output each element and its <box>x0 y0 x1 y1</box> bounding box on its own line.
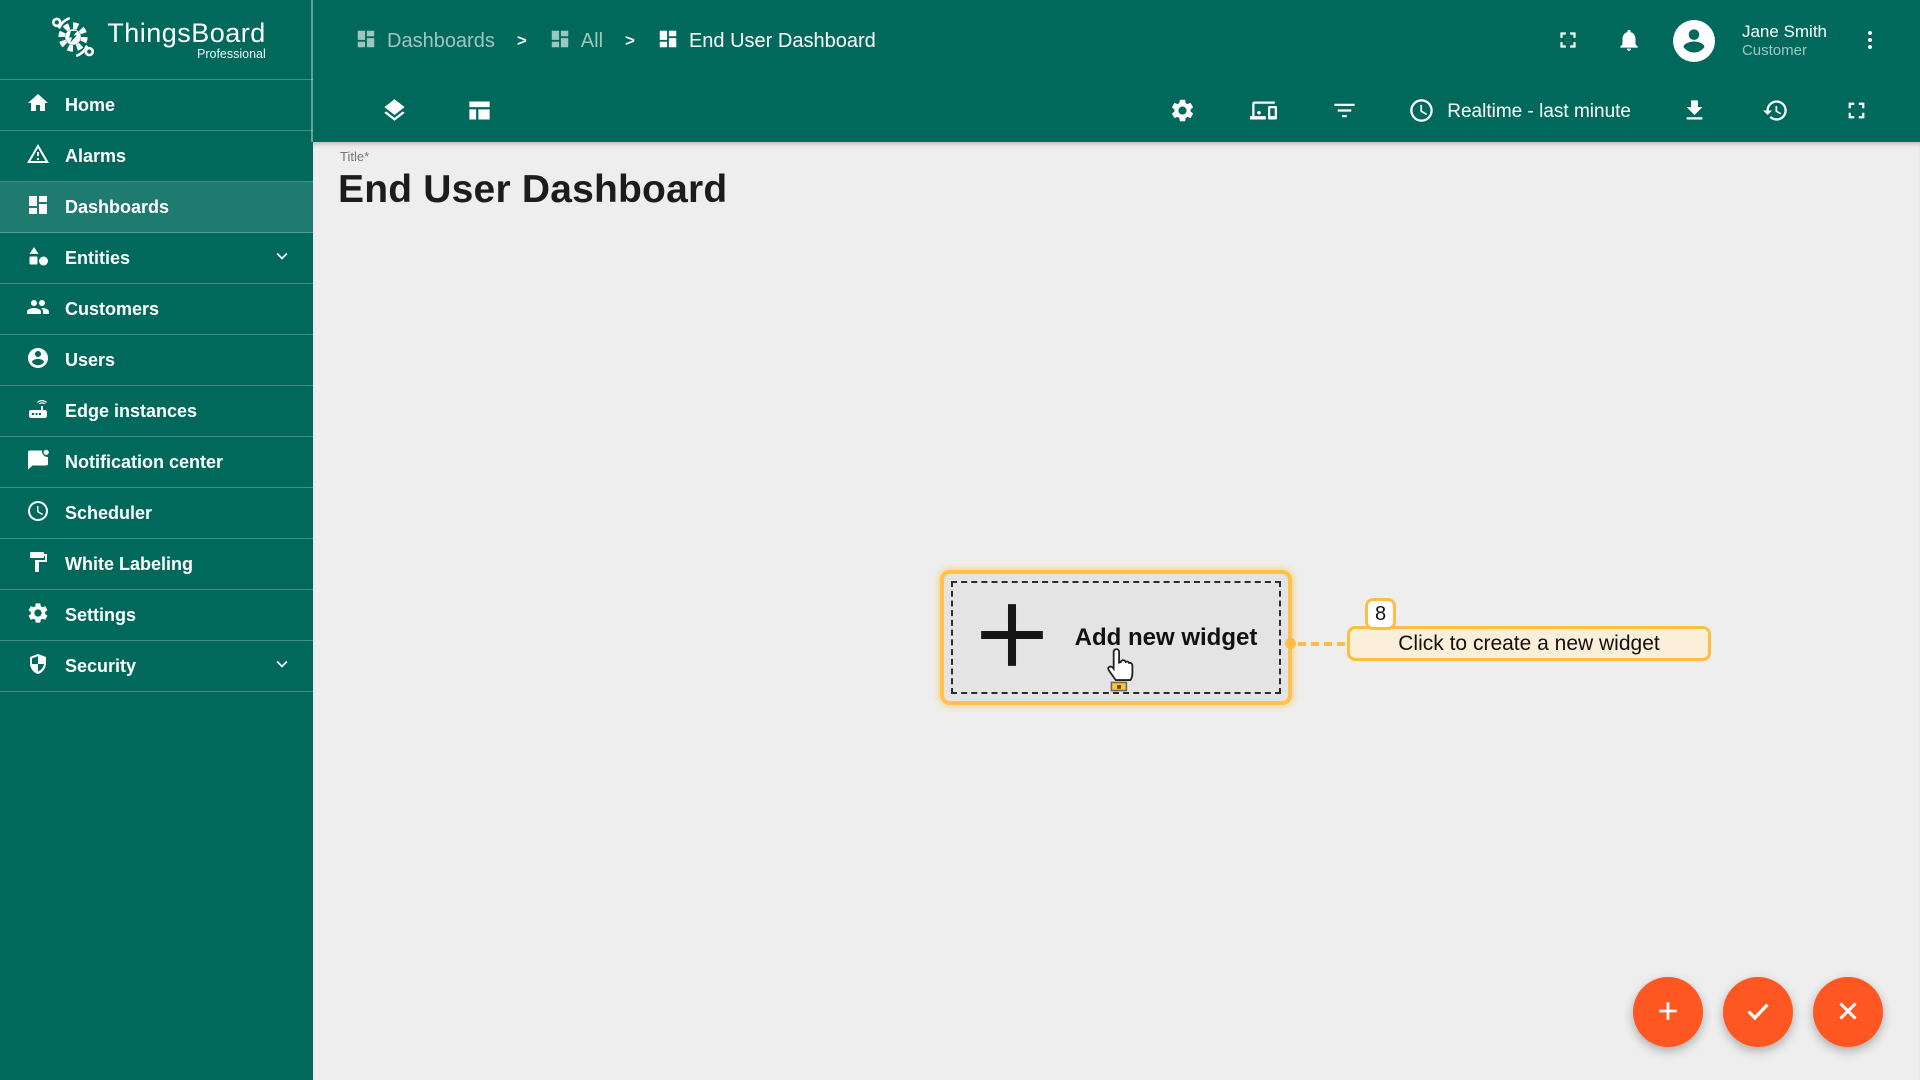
avatar[interactable] <box>1672 18 1715 65</box>
paint-format-icon <box>26 550 50 579</box>
gear-icon <box>26 601 50 630</box>
plus-icon <box>1653 996 1683 1029</box>
dashboard-title[interactable]: End User Dashboard <box>338 168 727 212</box>
kebab-menu-icon <box>1858 28 1882 55</box>
add-new-widget-button[interactable]: Add new widget <box>940 570 1292 705</box>
breadcrumb: Dashboards > All > End User Dashboard <box>355 28 1551 55</box>
sidebar-item-white-labeling[interactable]: White Labeling <box>0 539 313 590</box>
sidebar-item-entities[interactable]: Entities <box>0 233 313 284</box>
breadcrumb-separator: > <box>625 31 635 50</box>
user-circle-icon <box>26 346 50 375</box>
export-button[interactable] <box>1677 93 1712 131</box>
sidebar-item-alarms[interactable]: Alarms <box>0 131 313 182</box>
check-icon <box>1743 996 1773 1029</box>
tour-step-badge: 8 <box>1365 598 1396 630</box>
sidebar: ThingsBoard Professional Home Alarms Das… <box>0 0 313 1080</box>
clock-icon <box>26 499 50 528</box>
filter-button[interactable] <box>1327 93 1362 131</box>
dashboard-settings-button[interactable] <box>1165 93 1200 131</box>
title-field-label: Title* <box>340 149 370 164</box>
entity-aliases-button[interactable] <box>1246 93 1281 131</box>
sidebar-item-dashboards[interactable]: Dashboards <box>0 182 313 233</box>
plus-icon <box>975 598 1049 677</box>
dashboard-canvas: Title* End User Dashboard Add new widget… <box>313 142 1920 1080</box>
layers-icon <box>381 97 408 127</box>
app-edition: Professional <box>197 47 266 61</box>
sidebar-item-customers[interactable]: Customers <box>0 284 313 335</box>
dashboards-icon <box>26 193 50 222</box>
manage-states-button[interactable] <box>462 93 497 131</box>
download-icon <box>1681 97 1708 127</box>
bell-icon <box>1616 27 1642 56</box>
sidebar-item-edge-instances[interactable]: Edge instances <box>0 386 313 437</box>
user-name: Jane Smith <box>1741 22 1827 41</box>
add-widget-label: Add new widget <box>1074 623 1258 651</box>
toolbar-left <box>377 93 497 131</box>
app-logo[interactable]: ThingsBoard Professional <box>0 0 313 80</box>
breadcrumb-separator: > <box>516 31 527 50</box>
dashboard-grid-icon <box>355 28 377 55</box>
sidebar-divider <box>311 0 313 142</box>
clock-icon <box>1408 97 1435 127</box>
notification-message-icon <box>26 448 50 477</box>
toolbar-right: Realtime - last minute <box>1165 93 1874 131</box>
router-icon <box>26 397 50 426</box>
notifications-button[interactable] <box>1612 23 1646 60</box>
top-bar: Dashboards > All > End User Dashboard Ja… <box>313 0 1920 82</box>
customers-icon <box>26 295 50 324</box>
tour-connector-line <box>1298 642 1345 646</box>
shield-icon <box>26 652 50 681</box>
history-icon <box>1762 97 1789 127</box>
header-actions: Jane Smith Customer <box>1551 20 1886 62</box>
sidebar-item-notification-center[interactable]: Notification center <box>0 437 313 488</box>
user-info[interactable]: Jane Smith Customer <box>1742 21 1827 61</box>
gear-icon <box>1169 97 1196 127</box>
breadcrumb-dashboards[interactable]: Dashboards <box>355 28 495 55</box>
version-history-button[interactable] <box>1758 93 1793 131</box>
user-role: Customer <box>1741 42 1807 60</box>
sidebar-item-users[interactable]: Users <box>0 335 313 386</box>
home-icon <box>26 91 50 120</box>
person-icon <box>1673 18 1715 65</box>
timewindow-label: Realtime - last minute <box>1447 101 1631 122</box>
expand-fullscreen-button[interactable] <box>1839 93 1874 131</box>
header: Dashboards > All > End User Dashboard Ja… <box>313 0 1920 142</box>
alarm-warning-icon <box>26 142 50 171</box>
sidebar-nav: Home Alarms Dashboards Entities Customer… <box>0 80 313 692</box>
fullscreen-icon <box>1555 27 1581 56</box>
more-menu-button[interactable] <box>1854 24 1886 59</box>
sidebar-item-scheduler[interactable]: Scheduler <box>0 488 313 539</box>
dashboard-toolbar: Realtime - last minute <box>313 82 1920 142</box>
breadcrumb-all[interactable]: All <box>549 28 603 55</box>
entities-shapes-icon <box>26 244 50 273</box>
layout-icon <box>466 97 493 127</box>
fullscreen-icon <box>1843 97 1870 127</box>
tour-tooltip: Click to create a new widget <box>1347 626 1711 661</box>
chevron-down-icon <box>271 653 293 680</box>
filter-icon <box>1331 97 1358 127</box>
app-name: ThingsBoard <box>107 18 266 48</box>
fab-cancel-button[interactable] <box>1813 977 1883 1047</box>
sidebar-item-settings[interactable]: Settings <box>0 590 313 641</box>
thingsboard-logo-icon <box>47 11 99 68</box>
dashboard-grid-icon <box>657 28 679 55</box>
manage-layouts-button[interactable] <box>377 93 412 131</box>
sidebar-item-home[interactable]: Home <box>0 80 313 131</box>
chevron-down-icon <box>271 245 293 272</box>
dashboard-grid-icon <box>549 28 571 55</box>
fab-add-widget-button[interactable] <box>1633 977 1703 1047</box>
close-icon <box>1833 996 1863 1029</box>
devices-icon <box>1250 97 1278 127</box>
tour-connector-dot <box>1285 638 1296 649</box>
breadcrumb-current-dashboard[interactable]: End User Dashboard <box>657 28 876 55</box>
sidebar-item-security[interactable]: Security <box>0 641 313 692</box>
timewindow-button[interactable]: Realtime - last minute <box>1408 97 1631 127</box>
thingsboard-app: ThingsBoard Professional Home Alarms Das… <box>0 0 1920 1080</box>
fullscreen-button[interactable] <box>1551 23 1585 60</box>
fab-apply-changes-button[interactable] <box>1723 977 1793 1047</box>
